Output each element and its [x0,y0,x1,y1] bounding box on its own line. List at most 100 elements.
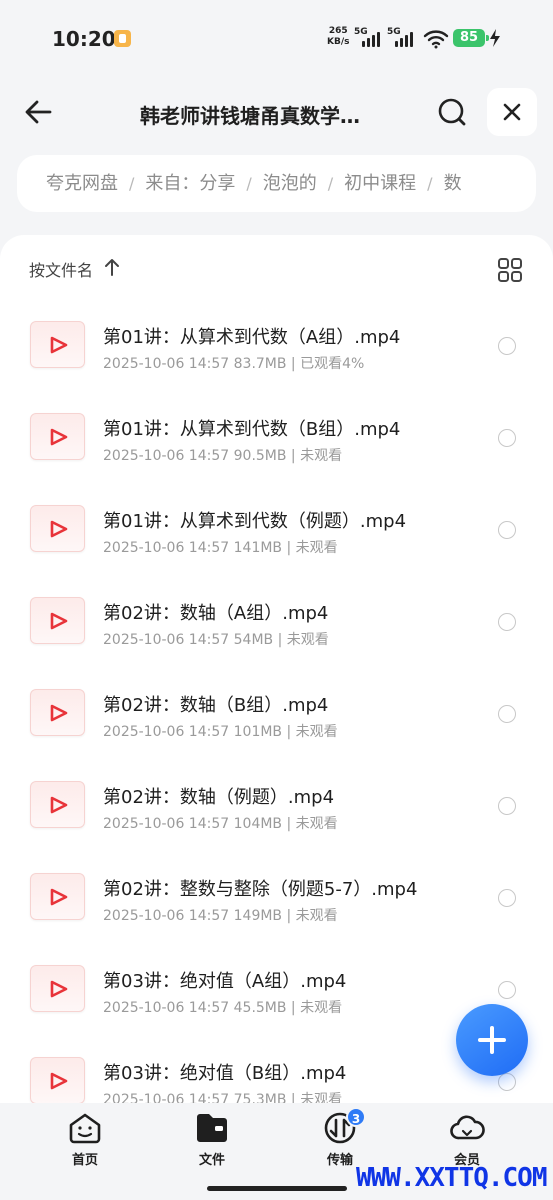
select-radio[interactable] [498,797,516,815]
file-date: 2025-10-06 14:57 [103,448,230,464]
file-date: 2025-10-06 14:57 [103,540,230,556]
file-date: 2025-10-06 14:57 [103,632,230,648]
sort-ascending-icon[interactable] [103,257,121,277]
page-title: 韩老师讲钱塘甬真数学… [140,104,360,128]
network-speed: 265 KB/s [327,26,350,47]
file-size: 149MB [233,908,283,924]
breadcrumb-item[interactable]: 来自：分享 [145,155,235,212]
nav-transfer[interactable]: 3 传输 [300,1107,380,1171]
play-icon [50,612,68,630]
select-radio[interactable] [498,981,516,999]
search-icon[interactable] [433,93,471,131]
breadcrumb-separator: / [427,174,433,193]
watch-status: 未观看 [300,448,343,464]
breadcrumb: 夸克网盘 / 来自：分享 / 泡泡的 / 初中课程 / 数 [17,155,536,212]
file-size: 54MB [233,632,274,648]
file-row[interactable]: 第01讲：从算术到代数（B组）.mp4 2025-10-06 14:57 90.5… [0,391,553,483]
notification-app-icon [114,30,131,47]
file-meta: 2025-10-06 14:57 104MB | 未观看 [103,813,338,833]
video-file-icon [30,597,85,644]
file-name: 第02讲：数轴（例题）.mp4 [103,787,335,808]
select-radio[interactable] [498,337,516,355]
video-file-icon [30,965,85,1012]
watch-status: 未观看 [300,1000,343,1016]
select-radio[interactable] [498,889,516,907]
meta-divider: | [282,540,296,556]
meta-divider: | [282,816,296,832]
file-name: 第01讲：从算术到代数（A组）.mp4 [103,327,401,348]
close-icon [503,103,521,121]
file-name: 第02讲：整数与整除（例题5-7）.mp4 [103,879,418,900]
sort-bar: 按文件名 [0,235,553,299]
nav-files[interactable]: 文件 [172,1111,252,1171]
select-radio[interactable] [498,429,516,447]
breadcrumb-item[interactable]: 泡泡的 [263,155,317,212]
file-panel: 按文件名 第01讲：从算术到代数（A组）.mp4 2025-10-06 14:57… [0,235,553,1105]
file-name: 第01讲：从算术到代数（B组）.mp4 [103,419,401,440]
breadcrumb-item[interactable]: 数 [444,155,462,212]
back-arrow-icon[interactable] [20,93,58,131]
home-indicator[interactable] [207,1186,347,1191]
grid-view-icon[interactable] [496,256,524,284]
meta-divider: | [286,1000,301,1016]
select-radio[interactable] [498,521,516,539]
sort-by-name-button[interactable]: 按文件名 [29,257,93,281]
select-radio[interactable] [498,613,516,631]
file-size: 104MB [233,816,283,832]
file-date: 2025-10-06 14:57 [103,1000,230,1016]
meta-divider: | [282,908,296,924]
file-row[interactable]: 第02讲：整数与整除（例题5-7）.mp4 2025-10-06 14:57 14… [0,851,553,943]
watch-status: 未观看 [295,724,338,740]
file-meta: 2025-10-06 14:57 149MB | 未观看 [103,905,338,925]
add-button[interactable] [456,1004,528,1076]
file-name: 第02讲：数轴（B组）.mp4 [103,695,329,716]
file-row[interactable]: 第02讲：数轴（A组）.mp4 2025-10-06 14:57 54MB | 未… [0,575,553,667]
file-name: 第03讲：绝对值（B组）.mp4 [103,1063,347,1084]
watch-status: 未观看 [295,816,338,832]
file-list: 第01讲：从算术到代数（A组）.mp4 2025-10-06 14:57 83.7… [0,299,553,1105]
file-size: 90.5MB [233,448,287,464]
cloud-icon [450,1115,485,1140]
meta-divider: | [286,356,301,372]
video-file-icon [30,689,85,736]
watch-status: 未观看 [286,632,329,648]
breadcrumb-separator: / [246,174,252,193]
plus-icon [478,1026,506,1054]
transfer-badge: 3 [346,1107,366,1127]
nav-home[interactable]: 首页 [45,1111,125,1171]
file-row[interactable]: 第01讲：从算术到代数（例题）.mp4 2025-10-06 14:57 141M… [0,483,553,575]
breadcrumb-separator: / [129,174,135,193]
breadcrumb-item[interactable]: 初中课程 [344,155,416,212]
play-icon [50,1072,68,1090]
watermark: WWW.XXTTQ.COM [356,1163,547,1193]
file-row[interactable]: 第02讲：数轴（B组）.mp4 2025-10-06 14:57 101MB | … [0,667,553,759]
nav-member[interactable]: 会员 [427,1111,507,1171]
file-meta: 2025-10-06 14:57 83.7MB | 已观看4% [103,353,364,373]
breadcrumb-item[interactable]: 夸克网盘 [46,155,118,212]
signal-icon-1: 5G [354,27,380,47]
file-row[interactable]: 第02讲：数轴（例题）.mp4 2025-10-06 14:57 104MB | … [0,759,553,851]
file-meta: 2025-10-06 14:57 54MB | 未观看 [103,629,329,649]
status-bar: 10:20 265 KB/s 5G 5G 85 [0,0,553,78]
select-radio[interactable] [498,1073,516,1091]
video-file-icon [30,873,85,920]
file-date: 2025-10-06 14:57 [103,356,230,372]
file-meta: 2025-10-06 14:57 101MB | 未观看 [103,721,338,741]
meta-divider: | [273,632,287,648]
file-name: 第02讲：数轴（A组）.mp4 [103,603,329,624]
video-file-icon [30,505,85,552]
top-header: 韩老师讲钱塘甬真数学… [0,80,553,144]
play-icon [50,980,68,998]
select-radio[interactable] [498,705,516,723]
file-name: 第03讲：绝对值（A组）.mp4 [103,971,347,992]
file-row[interactable]: 第01讲：从算术到代数（A组）.mp4 2025-10-06 14:57 83.7… [0,299,553,391]
video-file-icon [30,1057,85,1104]
close-button[interactable] [487,88,537,136]
file-size: 141MB [233,540,283,556]
file-meta: 2025-10-06 14:57 141MB | 未观看 [103,537,338,557]
file-date: 2025-10-06 14:57 [103,816,230,832]
video-file-icon [30,413,85,460]
watch-status: 已观看4% [300,356,365,372]
wifi-icon [423,30,449,49]
watch-status: 未观看 [295,908,338,924]
